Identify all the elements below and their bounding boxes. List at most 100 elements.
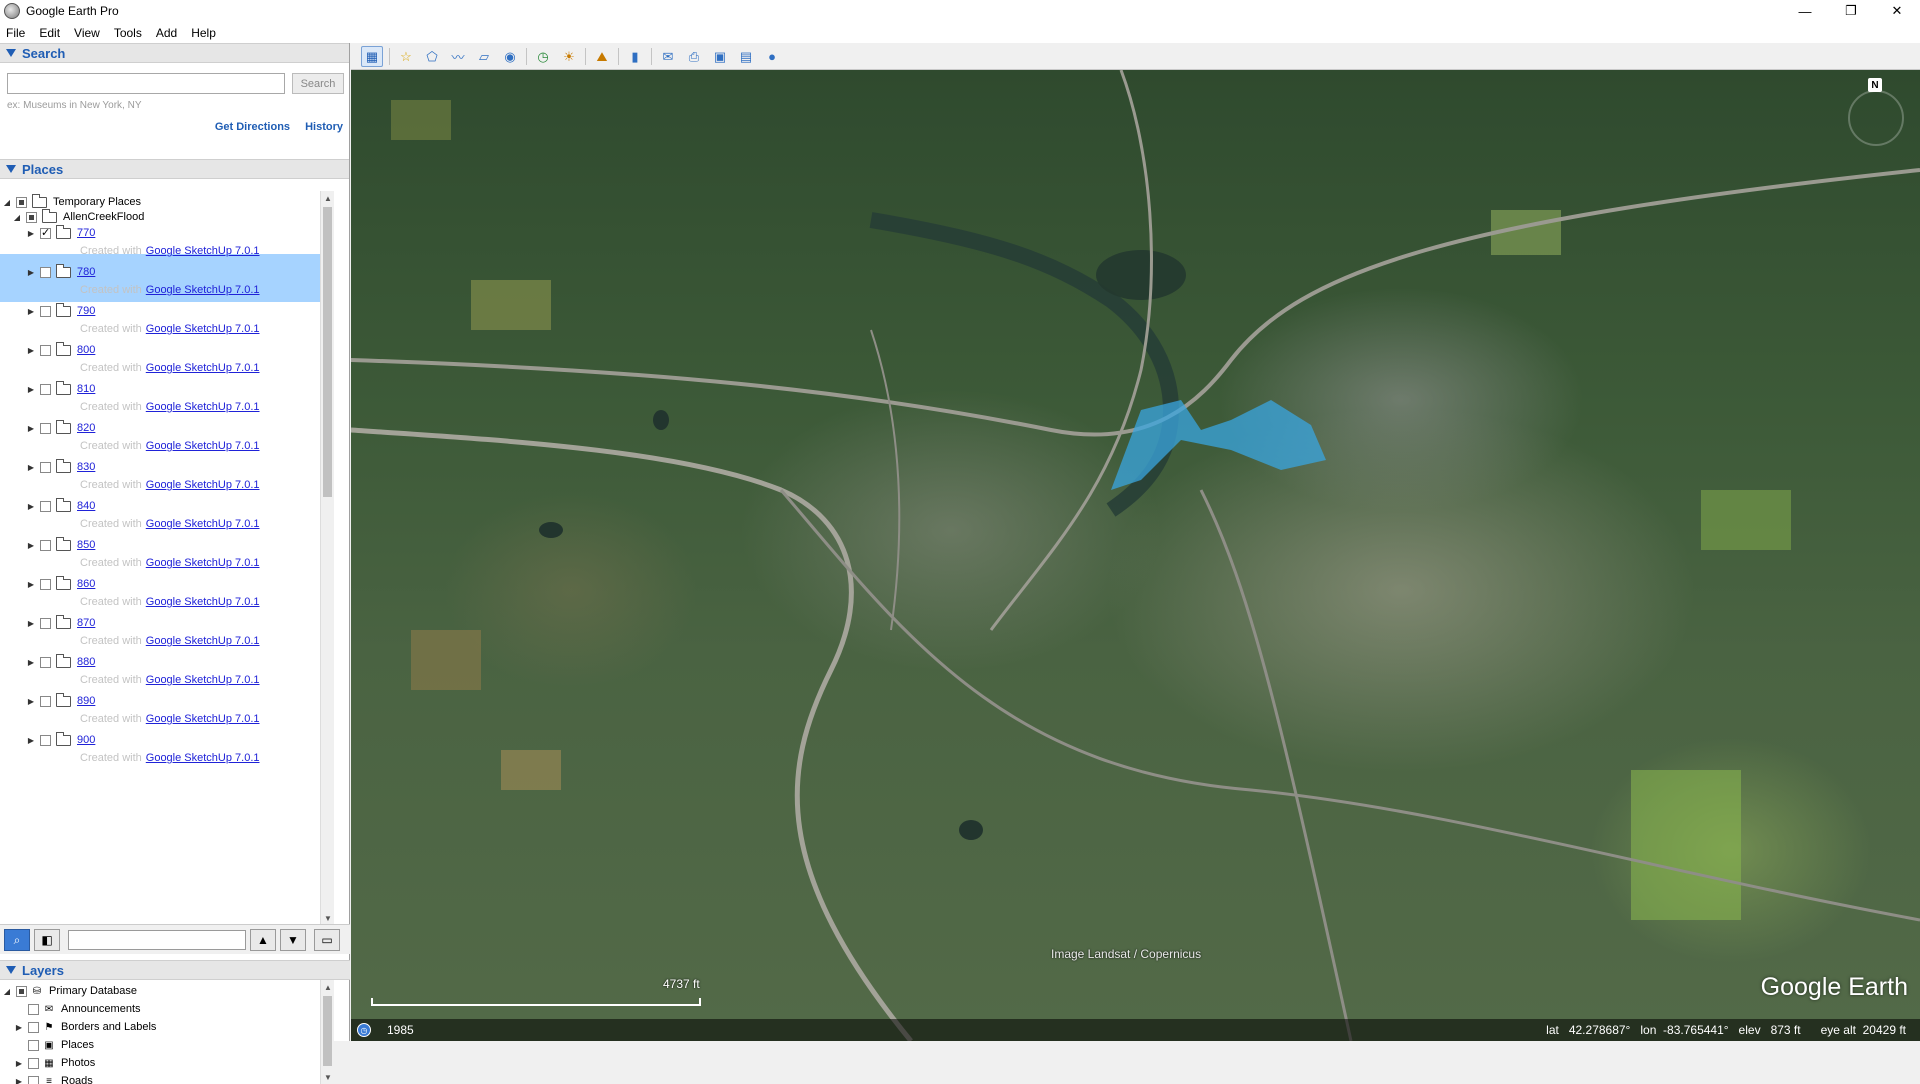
sketchup-link[interactable]: Google SketchUp 7.0.1 [146, 479, 260, 491]
tree-row-item[interactable]: ▶ 880 [26, 653, 95, 671]
sketchup-link[interactable]: Google SketchUp 7.0.1 [146, 518, 260, 530]
tree-row-item[interactable]: ▶900 [26, 731, 95, 749]
layer-row[interactable]: ✉Announcements [14, 1000, 141, 1018]
expand-right-icon[interactable]: ▶ [14, 1022, 24, 1032]
tree-row-item[interactable]: ▶ 790 [26, 302, 95, 320]
menu-edit[interactable]: Edit [39, 26, 60, 40]
expand-right-icon[interactable]: ▶ [26, 228, 36, 238]
scrollbar-thumb[interactable] [323, 207, 332, 497]
tree-row-item[interactable]: ▶830 [26, 458, 95, 476]
add-image-overlay-icon[interactable]: ▱ [473, 46, 495, 67]
sunlight-icon[interactable]: ☀ [558, 46, 580, 67]
checkbox[interactable] [40, 462, 51, 473]
get-directions-link[interactable]: Get Directions [215, 121, 290, 133]
earth-gallery-icon[interactable]: ● [761, 46, 783, 67]
add-polygon-icon[interactable]: ⬠ [421, 46, 443, 67]
layers-scrollbar[interactable]: ▲ ▼ [320, 980, 334, 1084]
checkbox[interactable] [26, 212, 37, 223]
move-down-icon[interactable]: ▼ [280, 929, 306, 951]
expand-right-icon[interactable]: ▶ [26, 306, 36, 316]
checkbox[interactable] [28, 1058, 39, 1069]
expand-right-icon[interactable]: ▶ [26, 657, 36, 667]
expand-right-icon[interactable]: ▶ [26, 618, 36, 628]
sketchup-link[interactable]: Google SketchUp 7.0.1 [146, 245, 260, 257]
scroll-up-icon[interactable]: ▲ [321, 191, 334, 205]
tree-item-link[interactable]: 880 [77, 656, 95, 668]
tree-item-link[interactable]: 850 [77, 539, 95, 551]
expand-right-icon[interactable]: ▶ [26, 540, 36, 550]
expand-right-icon[interactable]: ▶ [26, 267, 36, 277]
tree-item-link[interactable]: 770 [77, 227, 95, 239]
scroll-down-icon[interactable]: ▼ [321, 1070, 334, 1084]
close-button[interactable]: ✕ [1874, 0, 1920, 22]
checkbox[interactable] [40, 579, 51, 590]
expand-right-icon[interactable]: ▶ [26, 696, 36, 706]
places-panel-header[interactable]: Places [0, 159, 349, 179]
checkbox[interactable] [40, 306, 51, 317]
tree-item-link[interactable]: 810 [77, 383, 95, 395]
layer-row[interactable]: ▣Places [14, 1036, 94, 1054]
minimize-button[interactable]: — [1782, 0, 1828, 22]
tree-row-item[interactable]: ▶800 [26, 341, 95, 359]
expand-right-icon[interactable] [14, 1040, 24, 1050]
checkbox[interactable] [28, 1040, 39, 1051]
expand-down-icon[interactable]: ◢ [2, 197, 12, 207]
checkbox[interactable] [40, 501, 51, 512]
checkbox[interactable] [40, 228, 51, 239]
sketchup-link[interactable]: Google SketchUp 7.0.1 [146, 284, 260, 296]
scrollbar-thumb[interactable] [323, 996, 332, 1066]
tree-row-item[interactable]: ▶820 [26, 419, 95, 437]
record-tour-icon[interactable]: ◉ [499, 46, 521, 67]
checkbox[interactable] [28, 1076, 39, 1084]
move-up-icon[interactable]: ▲ [250, 929, 276, 951]
places-filter-input[interactable] [68, 930, 246, 950]
sketchup-link[interactable]: Google SketchUp 7.0.1 [146, 557, 260, 569]
menu-add[interactable]: Add [156, 26, 177, 40]
north-indicator[interactable]: N [1868, 78, 1882, 92]
search-places-icon[interactable]: ⌕ [4, 929, 30, 951]
checkbox[interactable] [28, 1004, 39, 1015]
expand-right-icon[interactable]: ▶ [14, 1058, 24, 1068]
expand-right-icon[interactable]: ▶ [26, 579, 36, 589]
tree-item-link[interactable]: 890 [77, 695, 95, 707]
layer-row[interactable]: ▶▦Photos [14, 1054, 95, 1072]
menu-tools[interactable]: Tools [114, 26, 142, 40]
menu-help[interactable]: Help [191, 26, 216, 40]
checkbox[interactable] [40, 657, 51, 668]
checkbox[interactable] [40, 267, 51, 278]
menu-file[interactable]: File [6, 26, 25, 40]
tree-item-link[interactable]: 840 [77, 500, 95, 512]
tree-row-item[interactable]: ▶780 [26, 263, 95, 281]
sketchup-link[interactable]: Google SketchUp 7.0.1 [146, 713, 260, 725]
tree-item-link[interactable]: 900 [77, 734, 95, 746]
expand-down-icon[interactable]: ◢ [12, 212, 22, 222]
view-in-maps-icon[interactable]: ▤ [735, 46, 757, 67]
expand-right-icon[interactable]: ▶ [14, 1076, 24, 1084]
tree-item-link[interactable]: 860 [77, 578, 95, 590]
tree-row-item[interactable]: ▶ 890 [26, 692, 95, 710]
checkbox[interactable] [40, 696, 51, 707]
layers-panel-header[interactable]: Layers [0, 960, 350, 980]
places-scrollbar[interactable]: ▲ ▼ [320, 191, 334, 925]
expand-right-icon[interactable] [14, 1004, 24, 1014]
tree-item-link[interactable]: 830 [77, 461, 95, 473]
checkbox[interactable] [40, 735, 51, 746]
checkbox[interactable] [16, 986, 27, 997]
sketchup-link[interactable]: Google SketchUp 7.0.1 [146, 635, 260, 647]
scroll-down-icon[interactable]: ▼ [321, 911, 334, 925]
tree-row-item[interactable]: ▶870 [26, 614, 95, 632]
tree-item-link[interactable]: 790 [77, 305, 95, 317]
sketchup-link[interactable]: Google SketchUp 7.0.1 [146, 401, 260, 413]
expand-right-icon[interactable]: ▶ [26, 384, 36, 394]
compass-ring-icon[interactable] [1848, 90, 1904, 146]
expand-right-icon[interactable]: ▶ [26, 423, 36, 433]
checkbox[interactable] [40, 345, 51, 356]
search-button[interactable]: Search [292, 73, 344, 94]
save-image-icon[interactable]: ▣ [709, 46, 731, 67]
layer-row[interactable]: ▶⚑Borders and Labels [14, 1018, 156, 1036]
print-icon[interactable]: ⎙ [683, 46, 705, 67]
sketchup-link[interactable]: Google SketchUp 7.0.1 [146, 440, 260, 452]
tree-row-item[interactable]: ▶840 [26, 497, 95, 515]
sketchup-link[interactable]: Google SketchUp 7.0.1 [146, 362, 260, 374]
sketchup-link[interactable]: Google SketchUp 7.0.1 [146, 674, 260, 686]
